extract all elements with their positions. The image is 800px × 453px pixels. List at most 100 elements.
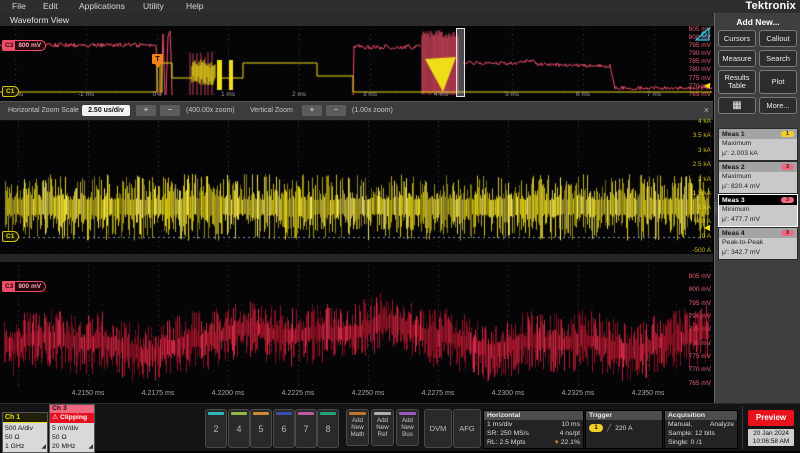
channel-8-button[interactable]: 8 [317, 409, 339, 448]
overview-x-tick: 6 ms [566, 91, 600, 98]
zoom-overview-corner-icon[interactable] [695, 27, 711, 42]
add-new-title: Add New... [715, 17, 800, 27]
meas-name: Meas 4 [722, 230, 745, 237]
meas-value: μ': 342.7 mV [722, 248, 794, 258]
add-new-ref-button[interactable]: AddNewRef [371, 409, 394, 446]
horizontal-row: RL: 2.5 Mpts▼22.1% [484, 438, 583, 448]
meas-source-badge: 3 [781, 230, 794, 236]
pan-arrows-icon: ◢ [41, 443, 46, 452]
meas-header: Meas 11 [719, 129, 797, 139]
channel-color-stripe [320, 412, 336, 415]
add-callout-button[interactable]: Callout [759, 30, 797, 47]
main-trigger-level-arrow-icon[interactable]: ◀ [704, 224, 710, 232]
zoom-window-indicator[interactable] [456, 28, 465, 97]
channel-2-button[interactable]: 2 [205, 409, 227, 448]
meas-header: Meas 4 3 [719, 228, 797, 238]
acquisition-panel[interactable]: Acquisition Manual,Analyze Sample: 12 bi… [664, 410, 738, 449]
h-zoom-scale-value[interactable]: 2.50 us/div [82, 105, 130, 116]
main-x-tick: 4.2150 ms [66, 390, 110, 397]
trigger-pos-icon: ▼ [554, 440, 560, 446]
zoomed-waveform-graph[interactable]: 4 kA3.5 kA3 kA2.5 kA2 kA1.5 kA1 kA500 A0… [0, 119, 713, 403]
main-ch3-badge[interactable]: C3800 mV [2, 281, 46, 292]
trigger-position-flag[interactable]: T [152, 54, 163, 64]
meas-value: μ': 820.4 mV [722, 182, 794, 192]
add-new-bus-button[interactable]: AddNewBus [396, 409, 419, 446]
tab-waveform-view[interactable]: Waveform View [10, 15, 69, 25]
meas-name: Meas 1 [722, 131, 745, 138]
channel-7-button[interactable]: 7 [295, 409, 317, 448]
add-more--button[interactable]: More... [759, 97, 797, 114]
v-zoom-plus-button[interactable]: + [302, 105, 322, 116]
menu-item-utility[interactable]: Utility [143, 1, 164, 11]
afg-button[interactable]: AFG [453, 409, 481, 448]
time: 10:06:58 AM [753, 438, 790, 445]
main-ch1-badge[interactable]: C1 [2, 231, 19, 242]
add-plot-button[interactable]: Plot [759, 70, 797, 94]
horizontal-title: Horizontal [484, 411, 583, 420]
add-search-button[interactable]: Search [759, 50, 797, 67]
overview-graph[interactable]: 805 mV800 mV795 mV790 mV785 mV780 mV775 … [0, 26, 713, 101]
ch1-settings-badge[interactable]: Ch 1 500 A/div50 Ω1 GHz◢ [2, 412, 48, 453]
bottom-settings-bar: Ch 1 500 A/div50 Ω1 GHz◢ Ch 3 ⚠ Clipping… [0, 403, 800, 451]
menu-item-file[interactable]: File [12, 1, 26, 11]
trigger-level: 220 A [615, 424, 632, 433]
channel-5-button[interactable]: 5 [250, 409, 272, 448]
measurement-card-3[interactable]: Meas 33Minimumμ': 477.7 mV [718, 194, 798, 227]
meas-body: Minimumμ': 477.7 mV [719, 205, 797, 226]
channel-4-button[interactable]: 4 [228, 409, 250, 448]
channel-color-stripe [231, 412, 247, 415]
add-cursors-button[interactable]: Cursors [718, 30, 756, 47]
meas-header: Meas 23 [719, 162, 797, 172]
main-x-tick: 4.2300 ms [486, 390, 530, 397]
waveform-area: 805 mV800 mV795 mV790 mV785 mV780 mV775 … [0, 26, 713, 403]
datetime-display: 20 Jan 2024 10:06:58 AM [748, 429, 794, 446]
menu-item-applications[interactable]: Applications [79, 1, 125, 11]
add-measure-button[interactable]: Measure [718, 50, 756, 67]
overview-ch1-badge[interactable]: C1 [2, 86, 19, 97]
measurement-card-2[interactable]: Meas 23Maximumμ': 820.4 mV [718, 161, 798, 194]
button-color-stripe [374, 412, 391, 415]
button-color-stripe [399, 412, 416, 415]
channel-6-button[interactable]: 6 [273, 409, 295, 448]
add-new-math-button[interactable]: AddNewMath [346, 409, 369, 446]
h-zoom-factor: (400.00x zoom) [186, 107, 235, 114]
h-zoom-minus-button[interactable]: − [160, 105, 180, 116]
trigger-panel[interactable]: Trigger 1 ╱ 220 A [585, 410, 663, 449]
tektronix-logo: Tektronix [746, 0, 797, 12]
menu-item-help[interactable]: Help [186, 1, 203, 11]
dvm-button[interactable]: DVM [424, 409, 452, 448]
h-zoom-label: Horizontal Zoom Scale [8, 107, 79, 114]
zoom-overview-icon[interactable]: ▦ [718, 97, 756, 114]
trigger-title: Trigger [586, 411, 662, 420]
horizontal-value: 1 ms/div [487, 420, 512, 429]
preview-button[interactable]: Preview [748, 410, 794, 426]
overview-trigger-level-arrow-icon[interactable]: ◀ [704, 82, 710, 90]
channel-color-stripe [208, 412, 224, 415]
meas-name: Meas 3 [722, 197, 745, 204]
measurement-card-1[interactable]: Meas 11Maximumμ': 2.003 kA [718, 128, 798, 161]
overview-x-tick: -1 ms [69, 91, 103, 98]
overview-x-tick: 0 s [140, 91, 174, 98]
meas-body: Peak-to-Peakμ': 342.7 mV [719, 238, 797, 259]
ch3-settings-badge[interactable]: Ch 3 ⚠ Clipping 5 mV/div50 Ω20 MHz◢ [49, 404, 95, 453]
main-x-tick: 4.2275 ms [416, 390, 460, 397]
horizontal-row: SR: 250 MS/s4 ns/pt [484, 429, 583, 438]
close-zoom-icon[interactable]: × [704, 105, 709, 115]
channel-color-stripe [276, 412, 292, 415]
main-x-tick: 4.2350 ms [626, 390, 670, 397]
button-color-stripe [349, 412, 366, 415]
overview-ch3-badge[interactable]: C3800 mV [2, 40, 46, 51]
main-x-tick: 4.2200 ms [206, 390, 250, 397]
measurement-card-4[interactable]: Meas 4 3 Peak-to-Peakμ': 342.7 mV [718, 227, 798, 260]
meas-type: Minimum [722, 205, 794, 215]
h-zoom-plus-button[interactable]: + [136, 105, 156, 116]
menu-item-edit[interactable]: Edit [43, 1, 58, 11]
divider [742, 406, 743, 449]
add-results-table-button[interactable]: Results Table [718, 70, 756, 94]
meas-header: Meas 33 [719, 195, 797, 205]
panel-drag-handle[interactable]: ⋮⋮ [712, 203, 720, 213]
channel-color-stripe [253, 412, 269, 415]
horizontal-panel[interactable]: Horizontal 1 ms/div10 msSR: 250 MS/s4 ns… [483, 410, 584, 449]
main-x-tick: 4.2325 ms [556, 390, 600, 397]
v-zoom-minus-button[interactable]: − [326, 105, 346, 116]
